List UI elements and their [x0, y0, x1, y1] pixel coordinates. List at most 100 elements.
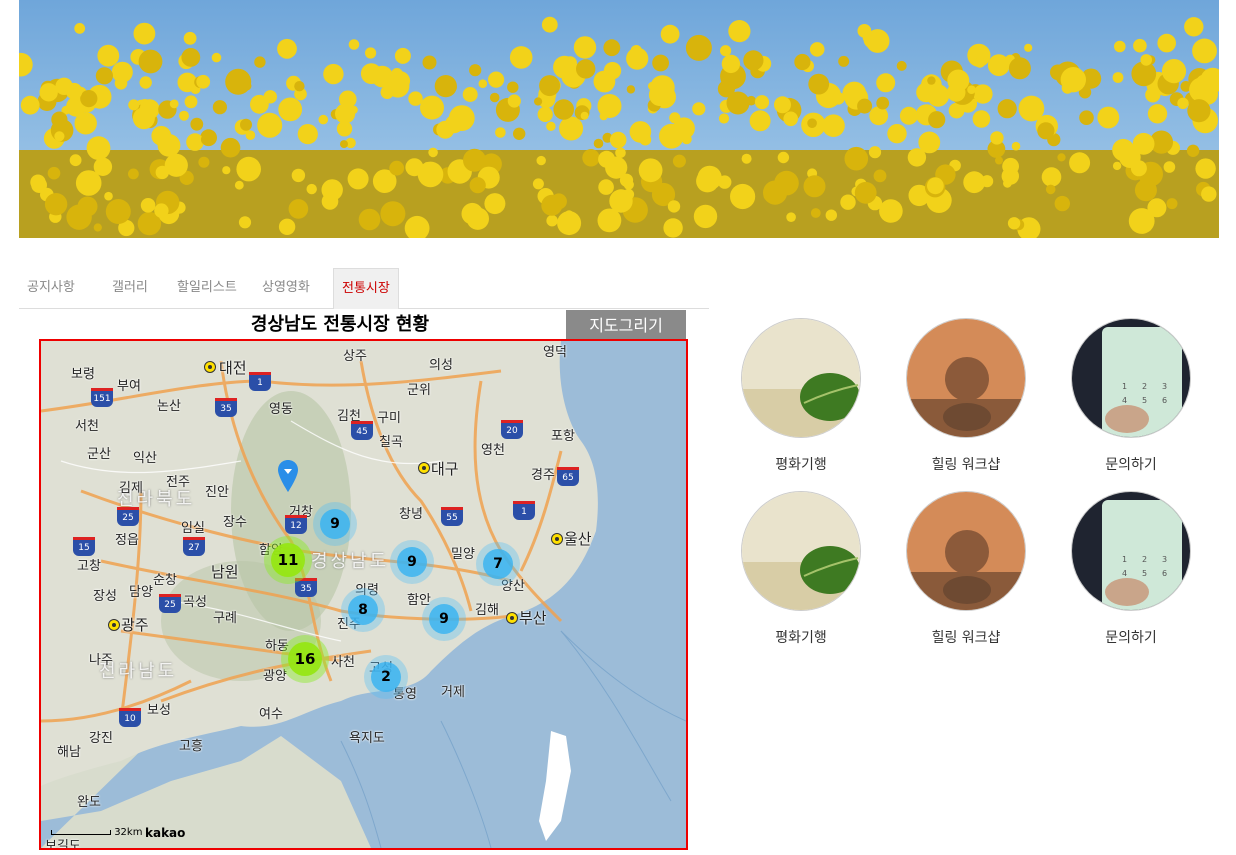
market-cluster-marker[interactable]: 7	[476, 542, 520, 586]
place-label: 남원	[211, 563, 239, 581]
place-label: 해남	[57, 745, 81, 760]
place-label: 여수	[259, 707, 283, 722]
place-label: 구례	[213, 611, 237, 626]
menu-card-peace-trip[interactable]: 평화기행	[731, 318, 871, 474]
highway-shield-icon: 27	[183, 537, 205, 556]
market-cluster-marker[interactable]: 2	[364, 655, 408, 699]
place-label: 경주	[531, 468, 555, 483]
highway-shield-icon: 10	[119, 708, 141, 727]
place-label: 부여	[117, 379, 141, 394]
market-cluster-marker[interactable]: 11	[264, 536, 312, 584]
svg-text:3: 3	[1162, 382, 1167, 391]
place-label: 군산	[87, 447, 111, 462]
place-label: 보성	[147, 703, 171, 718]
place-label: 울산	[564, 530, 592, 548]
place-label: 영동	[269, 402, 293, 417]
place-label: 익산	[133, 451, 157, 466]
place-label: 전주	[166, 475, 190, 490]
place-label: 진안	[205, 485, 229, 500]
svg-text:6: 6	[1162, 569, 1167, 578]
tab-bar: 공지사항 갤러리 할일리스트 상영영화 전통시장	[19, 268, 709, 309]
phone-photo-icon: 1 2 3 4 5 6	[1071, 318, 1191, 438]
place-label: 순창	[153, 573, 177, 588]
market-cluster-marker[interactable]: 16	[281, 635, 329, 683]
place-label: 군위	[407, 383, 431, 398]
place-label: 정읍	[115, 533, 139, 548]
place-label: 김제	[119, 481, 143, 496]
svg-text:5: 5	[1142, 569, 1147, 578]
tab-gallery[interactable]: 갤러리	[112, 268, 148, 308]
menu-card-healing-workshop[interactable]: 힐링 워크샵	[896, 318, 1036, 474]
place-label: 구미	[377, 411, 401, 426]
place-label: 김해	[475, 603, 499, 618]
menu-card-label: 평화기행	[775, 630, 827, 646]
cluster-count: 7	[483, 549, 513, 579]
map-scale-bar: 32km	[51, 827, 142, 838]
highway-shield-icon: 35	[215, 398, 237, 417]
tab-movies[interactable]: 상영영화	[262, 268, 310, 308]
stones-photo-icon	[906, 318, 1026, 438]
place-label: 창녕	[399, 507, 423, 522]
place-label: 고창	[77, 559, 101, 574]
phone-photo-icon: 1 2 3 4 5 6	[1071, 491, 1191, 611]
place-label: 칠곡	[379, 435, 403, 450]
highway-shield-icon: 1	[513, 501, 535, 520]
location-pin-icon[interactable]	[277, 459, 299, 493]
place-label: 욕지도	[349, 731, 385, 746]
draw-map-button[interactable]: 지도그리기	[566, 310, 686, 339]
leaf-photo-icon	[741, 318, 861, 438]
menu-card-label: 평화기행	[775, 457, 827, 473]
market-cluster-marker[interactable]: 9	[422, 597, 466, 641]
header-banner-image	[19, 0, 1219, 238]
menu-card-healing-workshop[interactable]: 힐링 워크샵	[896, 491, 1036, 647]
market-cluster-marker[interactable]: 9	[313, 502, 357, 546]
place-label: 영천	[481, 443, 505, 458]
place-label: 논산	[157, 399, 181, 414]
cluster-count: 11	[271, 543, 305, 577]
menu-card-contact[interactable]: 1 2 3 4 5 6 문의하기	[1061, 318, 1201, 474]
tab-todo-list[interactable]: 할일리스트	[177, 268, 237, 308]
place-label: 임실	[181, 521, 205, 536]
city-marker-icon	[204, 361, 216, 373]
cluster-count: 9	[320, 509, 350, 539]
place-label: 광주	[121, 616, 149, 634]
market-cluster-marker[interactable]: 9	[390, 540, 434, 584]
menu-card-contact[interactable]: 1 2 3 4 5 6 문의하기	[1061, 491, 1201, 647]
highway-shield-icon: 25	[117, 507, 139, 526]
svg-text:1: 1	[1122, 555, 1127, 564]
cluster-count: 2	[371, 662, 401, 692]
place-label: 영덕	[543, 345, 567, 360]
svg-text:5: 5	[1142, 396, 1147, 405]
place-label: 나주	[89, 653, 113, 668]
highway-shield-icon: 15	[73, 537, 95, 556]
menu-card-peace-trip[interactable]: 평화기행	[731, 491, 871, 647]
city-marker-icon	[506, 612, 518, 624]
tab-notice[interactable]: 공지사항	[27, 268, 75, 308]
market-map[interactable]: 전라북도 경상남도 전라남도 보령 부여 대전 상주 의성 영덕 논산 영동 군…	[39, 339, 688, 850]
place-label: 포항	[551, 429, 575, 444]
highway-shield-icon: 55	[441, 507, 463, 526]
place-label: 대전	[219, 359, 247, 377]
highway-shield-icon: 45	[351, 421, 373, 440]
place-label: 장수	[223, 515, 247, 530]
place-label: 보령	[71, 367, 95, 382]
kakao-logo: kakao	[145, 826, 186, 840]
svg-text:4: 4	[1122, 396, 1127, 405]
cluster-count: 9	[429, 604, 459, 634]
highway-shield-icon: 151	[91, 388, 113, 407]
place-label: 서천	[75, 419, 99, 434]
svg-text:1: 1	[1122, 382, 1127, 391]
place-label: 대구	[431, 460, 459, 478]
city-marker-icon	[418, 462, 430, 474]
cluster-count: 8	[348, 595, 378, 625]
place-label: 밀양	[451, 547, 475, 562]
place-label: 장성	[93, 589, 117, 604]
menu-card-label: 문의하기	[1105, 630, 1157, 646]
highway-shield-icon: 1	[249, 372, 271, 391]
market-cluster-marker[interactable]: 8	[341, 588, 385, 632]
place-label: 의성	[429, 358, 453, 373]
svg-text:2: 2	[1142, 382, 1147, 391]
cluster-count: 9	[397, 547, 427, 577]
place-label: 담양	[129, 585, 153, 600]
tab-traditional-market[interactable]: 전통시장	[333, 268, 399, 309]
